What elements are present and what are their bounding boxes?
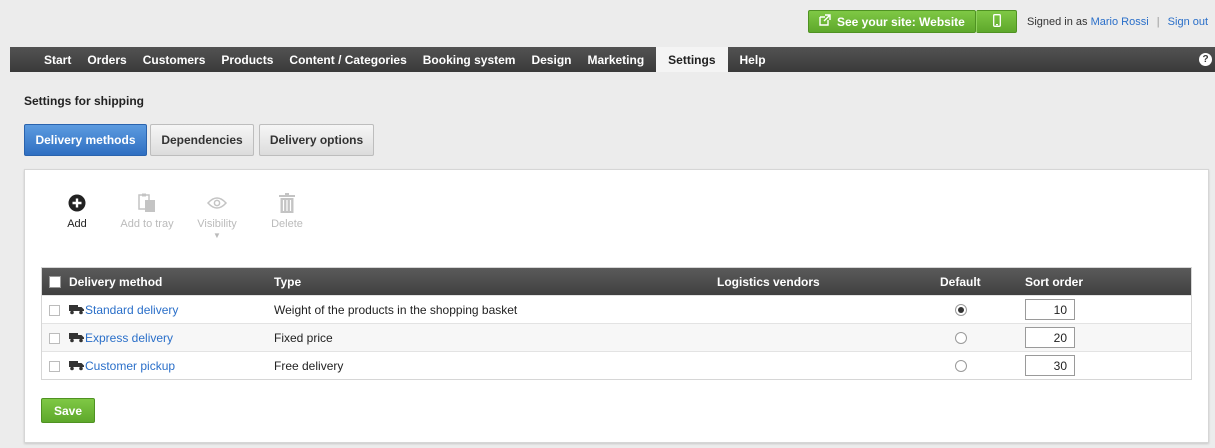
table-row: Customer pickup Free delivery 30 xyxy=(42,351,1191,379)
clipboard-icon xyxy=(117,190,177,216)
delivery-type: Weight of the products in the shopping b… xyxy=(274,303,518,317)
see-site-button[interactable]: See your site: Website xyxy=(808,10,976,33)
row-checkbox[interactable] xyxy=(49,361,60,372)
select-all-checkbox[interactable] xyxy=(49,276,61,288)
visibility-label: Visibility xyxy=(197,218,237,230)
user-name-link[interactable]: Mario Rossi xyxy=(1091,16,1149,28)
table-header: Delivery method Type Logistics vendors D… xyxy=(42,268,1191,295)
row-checkbox[interactable] xyxy=(49,333,60,344)
external-link-icon xyxy=(819,14,831,29)
signed-in-prefix: Signed in as xyxy=(1027,16,1088,28)
visibility-button[interactable]: Visibility ▼ xyxy=(187,190,247,240)
table-row: Standard delivery Weight of the products… xyxy=(42,295,1191,323)
tab-delivery-options[interactable]: Delivery options xyxy=(259,124,374,156)
truck-icon xyxy=(69,360,85,374)
save-button[interactable]: Save xyxy=(41,398,95,423)
default-radio[interactable] xyxy=(955,304,967,316)
row-checkbox[interactable] xyxy=(49,305,60,316)
add-label: Add xyxy=(67,218,87,230)
mobile-preview-button[interactable] xyxy=(976,10,1017,33)
nav-item-help[interactable]: Help xyxy=(732,47,774,72)
column-header-method[interactable]: Delivery method xyxy=(69,275,162,289)
default-radio[interactable] xyxy=(955,360,967,372)
table-row: Express delivery Fixed price 20 xyxy=(42,323,1191,351)
delivery-type: Fixed price xyxy=(274,331,333,345)
signed-in-info: Signed in as Mario Rossi | Sign out xyxy=(1027,16,1208,28)
top-bar: See your site: Website Signed in as Mari… xyxy=(0,0,1215,42)
delivery-methods-table: Delivery method Type Logistics vendors D… xyxy=(41,267,1192,380)
tab-delivery-methods[interactable]: Delivery methods xyxy=(24,124,147,156)
chevron-down-icon: ▼ xyxy=(213,231,221,240)
column-header-logistics[interactable]: Logistics vendors xyxy=(717,275,820,289)
sort-order-input[interactable]: 20 xyxy=(1025,327,1075,348)
delivery-method-link[interactable]: Standard delivery xyxy=(85,303,178,317)
content-panel: Add Add to tray Visibility ▼ Delete Deli… xyxy=(24,169,1209,443)
nav-item-start[interactable]: Start xyxy=(36,47,79,72)
help-icon[interactable]: ? xyxy=(1199,53,1212,66)
column-header-default[interactable]: Default xyxy=(940,275,981,289)
page-title: Settings for shipping xyxy=(24,94,144,108)
nav-item-customers[interactable]: Customers xyxy=(135,47,214,72)
plus-circle-icon xyxy=(47,190,107,216)
nav-item-products[interactable]: Products xyxy=(213,47,281,72)
delivery-method-link[interactable]: Express delivery xyxy=(85,331,173,345)
eye-icon xyxy=(187,190,247,216)
add-to-tray-label: Add to tray xyxy=(120,218,174,230)
see-site-label: See your site: Website xyxy=(837,14,965,29)
main-nav: Start Orders Customers Products Content … xyxy=(10,47,1215,72)
delivery-type: Free delivery xyxy=(274,359,344,373)
tab-dependencies[interactable]: Dependencies xyxy=(150,124,254,156)
nav-item-marketing[interactable]: Marketing xyxy=(579,47,652,72)
nav-item-content-categories[interactable]: Content / Categories xyxy=(281,47,414,72)
sort-order-input[interactable]: 10 xyxy=(1025,299,1075,320)
sign-out-link[interactable]: Sign out xyxy=(1168,16,1208,28)
column-header-sort-order[interactable]: Sort order xyxy=(1025,275,1083,289)
delete-label: Delete xyxy=(271,218,303,230)
nav-item-orders[interactable]: Orders xyxy=(79,47,134,72)
nav-item-booking-system[interactable]: Booking system xyxy=(415,47,524,72)
truck-icon xyxy=(69,332,85,346)
add-to-tray-button[interactable]: Add to tray xyxy=(117,190,177,230)
default-radio[interactable] xyxy=(955,332,967,344)
separator: | xyxy=(1156,16,1160,28)
mobile-icon xyxy=(992,13,1001,30)
add-button[interactable]: Add xyxy=(47,190,107,230)
sort-order-input[interactable]: 30 xyxy=(1025,355,1075,376)
trash-icon xyxy=(257,190,317,216)
column-header-type[interactable]: Type xyxy=(274,275,301,289)
nav-item-settings[interactable]: Settings xyxy=(656,47,728,72)
delivery-method-link[interactable]: Customer pickup xyxy=(85,359,175,373)
nav-item-design[interactable]: Design xyxy=(523,47,579,72)
delete-button[interactable]: Delete xyxy=(257,190,317,230)
truck-icon xyxy=(69,304,85,318)
